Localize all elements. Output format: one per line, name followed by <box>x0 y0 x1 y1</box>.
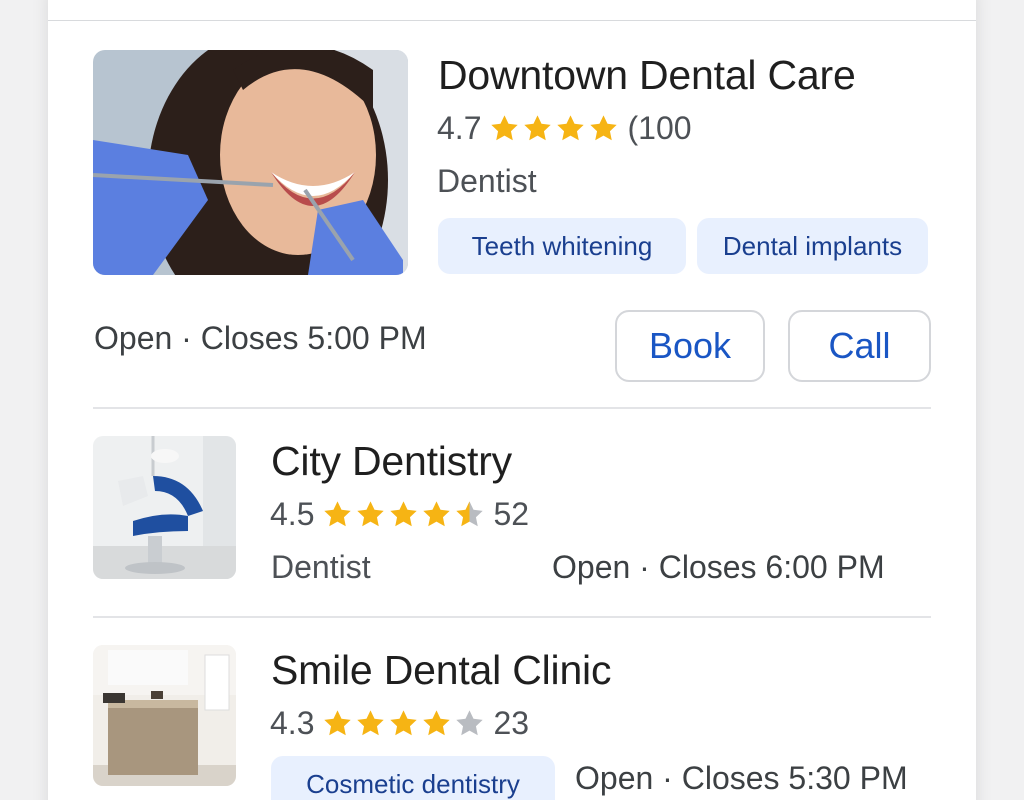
chip-cosmetic-dentistry[interactable]: Cosmetic dentistry <box>271 756 555 800</box>
listing-name[interactable]: Downtown Dental Care <box>438 52 856 99</box>
review-count[interactable]: (100 <box>627 110 691 147</box>
star-icon <box>524 115 552 141</box>
category-label: Dentist <box>271 549 371 585</box>
top-divider <box>48 20 976 21</box>
star-rating <box>322 708 485 739</box>
rating-row: 4.3 23 <box>270 705 529 742</box>
star-icon <box>557 115 585 141</box>
search-results-page: Downtown Dental Care 4.7 (100 Dentist Te… <box>0 0 1024 800</box>
star-icon <box>357 710 385 736</box>
star-icon <box>324 710 352 736</box>
divider <box>93 407 931 409</box>
star-icon <box>390 710 418 736</box>
star-icon <box>491 115 519 141</box>
star-icon <box>390 501 418 527</box>
star-icon <box>590 115 618 141</box>
star-icon <box>423 710 451 736</box>
call-button[interactable]: Call <box>788 310 931 382</box>
book-button[interactable]: Book <box>615 310 765 382</box>
category-label: Dentist <box>437 163 537 199</box>
listing-photo[interactable] <box>93 645 236 786</box>
star-icon <box>324 501 352 527</box>
listing-photo[interactable] <box>93 50 408 275</box>
hours-status: Open · Closes 5:00 PM <box>94 320 427 356</box>
listing-name[interactable]: Smile Dental Clinic <box>271 647 611 694</box>
star-icon <box>456 710 484 736</box>
rating-value: 4.7 <box>437 110 482 146</box>
star-icon <box>357 501 385 527</box>
hours-status: Open · Closes 6:00 PM <box>552 549 885 585</box>
listing-name[interactable]: City Dentistry <box>271 438 512 485</box>
rating-value: 4.5 <box>270 496 315 532</box>
rating-value: 4.3 <box>270 705 315 741</box>
divider <box>93 616 931 618</box>
hours-status: Open · Closes 5:30 PM <box>575 760 908 796</box>
rating-row: 4.5 52 <box>270 496 529 533</box>
review-count[interactable]: 23 <box>493 705 529 742</box>
star-rating <box>322 499 485 530</box>
listing-photo[interactable] <box>93 436 236 579</box>
rating-row: 4.7 (100 <box>437 110 692 147</box>
chip-dental-implants[interactable]: Dental implants <box>697 218 928 274</box>
star-rating <box>489 113 619 144</box>
chip-teeth-whitening[interactable]: Teeth whitening <box>438 218 686 274</box>
star-icon <box>423 501 451 527</box>
review-count[interactable]: 52 <box>493 496 529 533</box>
star-icon <box>456 501 484 527</box>
